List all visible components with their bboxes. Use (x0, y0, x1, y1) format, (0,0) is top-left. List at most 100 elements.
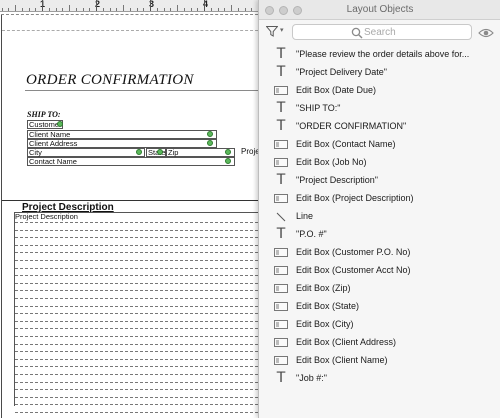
order-confirmation-title[interactable]: ORDER CONFIRMATION (26, 72, 194, 89)
layout-object-item[interactable]: Edit Box (State) (259, 298, 500, 316)
filter-button[interactable]: ▾ (265, 24, 287, 40)
ruler-tick (211, 8, 212, 11)
layout-object-item[interactable]: Edit Box (Contact Name) (259, 136, 500, 154)
city-field[interactable]: City (27, 148, 145, 157)
ruler-tick (123, 5, 124, 11)
ruler-tick (231, 5, 232, 11)
panel-toolbar: ▾ (259, 20, 500, 44)
visibility-toggle[interactable] (478, 26, 494, 38)
layout-object-label: "Job #:" (296, 373, 327, 383)
edit-box-icon (274, 356, 288, 365)
layout-object-item[interactable]: T "Please review the order details above … (259, 46, 500, 64)
layout-object-item[interactable]: T "ORDER CONFIRMATION" (259, 118, 500, 136)
dashed-line (15, 328, 258, 329)
edit-box-icon (274, 86, 288, 95)
ruler-tick (204, 0, 205, 11)
ruler-tick (116, 8, 117, 11)
edit-box-icon (274, 320, 288, 329)
layout-object-item[interactable]: Edit Box (City) (259, 316, 500, 334)
ruler-tick (218, 8, 219, 11)
layout-object-item[interactable]: T "SHIP TO:" (259, 100, 500, 118)
edit-box-icon (274, 248, 288, 257)
layout-object-item[interactable]: Edit Box (Client Address) (259, 334, 500, 352)
title-divider-line[interactable] (25, 90, 258, 91)
layout-object-label: "SHIP TO:" (296, 103, 341, 113)
ruler-tick (150, 0, 151, 11)
dashed-line (15, 359, 258, 360)
search-input[interactable] (364, 26, 464, 39)
contact-name-field[interactable]: Contact Name (27, 157, 235, 166)
merge-badge-icon (157, 149, 163, 155)
ruler-tick (251, 8, 252, 11)
body-part-boundary[interactable] (2, 200, 258, 201)
layout-object-item[interactable]: Edit Box (Date Due) (259, 82, 500, 100)
layout-object-label: Edit Box (Customer Acct No) (296, 265, 411, 275)
ruler-tick (137, 8, 138, 11)
layout-object-label: Edit Box (Date Due) (296, 85, 377, 95)
ruler-tick (238, 8, 239, 11)
layout-object-item[interactable]: T "P.O. #" (259, 226, 500, 244)
dashed-line (15, 290, 258, 291)
layout-object-item[interactable]: Edit Box (Customer P.O. No) (259, 244, 500, 262)
merge-badge-icon (57, 121, 63, 127)
ruler-tick (89, 8, 90, 11)
field-label: Contact Name (29, 157, 77, 166)
ruler-tick (184, 8, 185, 11)
dashed-line (15, 245, 258, 246)
state-field[interactable]: State (146, 148, 166, 157)
ship-to-label[interactable]: SHIP TO: (27, 110, 61, 119)
search-icon (351, 27, 363, 39)
merge-badge-icon (136, 149, 142, 155)
project-label-fragment[interactable]: Proje (241, 147, 260, 156)
layout-object-label: Edit Box (Job No) (296, 157, 367, 167)
ruler-tick (177, 5, 178, 11)
panel-title: Layout Objects (346, 4, 414, 15)
project-description-field[interactable] (14, 212, 258, 406)
panel-titlebar[interactable]: Layout Objects (259, 0, 500, 20)
field-label: City (29, 148, 42, 157)
project-description-field-label: Project Description (15, 212, 78, 221)
ruler-tick (170, 8, 171, 11)
layout-object-item[interactable]: Edit Box (Customer Acct No) (259, 262, 500, 280)
layout-objects-panel: Layout Objects ▾ T "Please review the ord… (258, 0, 500, 418)
ruler-tick (143, 8, 144, 11)
layout-object-label: Edit Box (Contact Name) (296, 139, 396, 149)
ruler-tick (130, 8, 131, 11)
line-object-icon (276, 212, 286, 222)
dashed-line (15, 283, 258, 284)
ruler-tick (35, 8, 36, 11)
merge-badge-icon (225, 158, 231, 164)
client-address-field[interactable]: Client Address (27, 139, 217, 148)
field-label: Client Name (29, 130, 71, 139)
dashed-line (15, 275, 258, 276)
edit-box-icon (274, 266, 288, 275)
layout-object-item[interactable]: T "Project Delivery Date" (259, 64, 500, 82)
layout-object-item[interactable]: T "Job #:" (259, 370, 500, 388)
dashed-line (15, 230, 258, 231)
ruler-tick (157, 8, 158, 11)
search-box[interactable] (292, 24, 472, 40)
layout-object-label: "Please review the order details above f… (296, 49, 470, 59)
dashed-line (15, 313, 258, 314)
edit-box-icon (274, 158, 288, 167)
ruler-tick (164, 8, 165, 11)
header-part-boundary[interactable] (2, 30, 258, 31)
dashed-line (15, 336, 258, 337)
layout-object-item[interactable]: Edit Box (Client Name) (259, 352, 500, 370)
layout-object-item[interactable]: Line (259, 208, 500, 226)
layout-object-item[interactable]: Edit Box (Project Description) (259, 190, 500, 208)
client-name-field[interactable]: Client Name (27, 130, 217, 139)
field-label: Zip (168, 148, 179, 157)
dashed-line (15, 389, 258, 390)
dashed-line (15, 222, 258, 223)
layout-object-label: Edit Box (Client Address) (296, 337, 397, 347)
ruler-tick (224, 8, 225, 11)
merge-badge-icon (225, 149, 231, 155)
layout-object-item[interactable]: Edit Box (Zip) (259, 280, 500, 298)
dashed-line (15, 351, 258, 352)
layout-object-item[interactable]: Edit Box (Job No) (259, 154, 500, 172)
ruler-tick (191, 8, 192, 11)
dashed-line (15, 397, 258, 398)
page-left-edge (1, 14, 2, 418)
layout-object-item[interactable]: T "Project Description" (259, 172, 500, 190)
